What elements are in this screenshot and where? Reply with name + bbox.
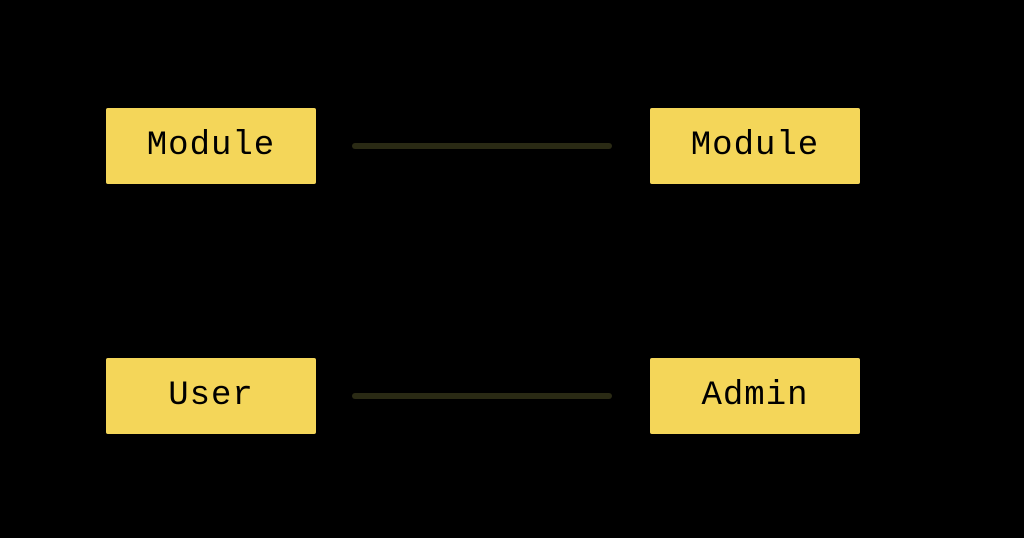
connector-module-module bbox=[352, 143, 612, 149]
node-module-right: Module bbox=[650, 108, 860, 184]
node-label: Module bbox=[147, 127, 275, 165]
node-user: User bbox=[106, 358, 316, 434]
node-label: Admin bbox=[701, 377, 808, 415]
node-label: User bbox=[168, 377, 254, 415]
node-label: Module bbox=[691, 127, 819, 165]
connector-user-admin bbox=[352, 393, 612, 399]
node-module-left: Module bbox=[106, 108, 316, 184]
node-admin: Admin bbox=[650, 358, 860, 434]
